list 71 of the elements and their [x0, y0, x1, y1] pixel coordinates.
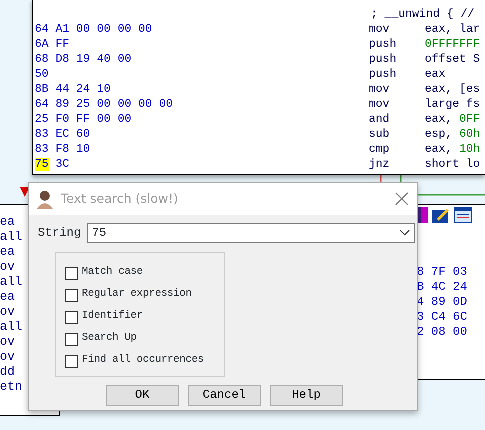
mnemonic-text: push — [369, 67, 398, 82]
string-label: String — [38, 225, 82, 242]
byte-text: 25 F0 FF 00 00 — [34, 112, 133, 127]
mnemonic-text: push — [369, 37, 398, 52]
operand-text: short lo — [425, 157, 480, 172]
operand-text: offset S — [425, 52, 480, 67]
checkbox[interactable] — [65, 310, 78, 324]
chevron-icon[interactable] — [400, 230, 410, 236]
byte-text: 64 A1 00 00 00 00 — [34, 22, 154, 37]
mnemonic-text: mov — [369, 97, 391, 112]
byte-text: 50 — [34, 67, 50, 82]
window-icon[interactable] — [454, 207, 472, 223]
mnemonic-text: and — [369, 112, 391, 127]
mnemonic-text: ea — [0, 290, 16, 304]
mnemonic-text: etn — [0, 380, 23, 394]
code-comment: ; __unwind { // — [371, 7, 475, 22]
byte-text: B 4C 24 — [417, 280, 468, 294]
mnemonic-text: jnz — [369, 157, 391, 172]
mnemonic-text: ea — [0, 245, 16, 259]
mnemonic-text: all — [0, 230, 23, 244]
mnemonic-text: all — [0, 275, 23, 289]
close-button[interactable] — [395, 192, 409, 206]
byte-text: 3C — [56, 158, 70, 171]
mnemonic-text: ov — [0, 305, 16, 319]
byte-text: 83 F8 10 — [34, 142, 92, 157]
byte-text: 3 C4 6C — [417, 310, 468, 324]
string-combo[interactable]: 75 — [87, 223, 416, 243]
operand-text: eax, lar — [425, 22, 480, 37]
mnemonic-text: sub — [369, 127, 391, 142]
byte-text: 8B 44 24 10 — [34, 82, 112, 97]
mnemonic-text: ov — [0, 350, 16, 364]
operand-text: eax, [es — [425, 82, 480, 97]
mnemonic-text: ov — [0, 335, 16, 349]
mnemonic-text: ea — [0, 215, 16, 229]
byte-text: 64 89 25 00 00 00 00 — [34, 97, 174, 112]
checkbox-label: Identifier — [82, 309, 144, 324]
checkbox[interactable] — [65, 288, 78, 302]
mnemonic-text: cmp — [369, 142, 391, 157]
mnemonic-text: ov — [0, 260, 16, 274]
operand-text: 0FFFFFFF — [425, 37, 480, 52]
dialog-title: Text search (slow!) — [61, 190, 178, 208]
checkbox[interactable] — [65, 354, 78, 368]
byte-text: 6A FF — [34, 37, 71, 52]
dialog-button[interactable]: Help — [270, 385, 343, 406]
mnemonic-text: all — [0, 320, 23, 334]
color-icon[interactable] — [417, 207, 428, 223]
dialog-button[interactable]: Cancel — [188, 385, 261, 406]
checkbox-label: Regular expression — [82, 287, 192, 302]
byte-text: 8 7F 03 — [417, 265, 468, 279]
byte-text: 68 D8 19 40 00 — [34, 52, 133, 67]
operand-text: esp, 60h — [425, 127, 480, 142]
mnemonic-text: push — [369, 52, 398, 67]
byte-text: 2 08 00 — [417, 325, 468, 339]
mnemonic-text: mov — [369, 22, 391, 37]
figure-icon — [35, 189, 55, 209]
mnemonic-text: dd — [0, 365, 16, 379]
checkbox-label: Match case — [82, 265, 144, 280]
checkbox[interactable] — [65, 332, 78, 346]
operand-text: eax, 10h — [425, 142, 480, 157]
byte-text: 83 EC 60 — [34, 127, 92, 142]
mnemonic-text: mov — [369, 82, 391, 97]
operand-text: eax, 0FF — [425, 112, 480, 127]
byte-text: 4 89 0D — [417, 295, 468, 309]
operand-text: eax — [425, 67, 446, 82]
search-match: 75 — [35, 158, 49, 171]
checkbox[interactable] — [65, 266, 78, 280]
dialog-button[interactable]: OK — [106, 385, 179, 406]
checkbox-label: Search Up — [82, 331, 137, 346]
checkbox-label: Find all occurrences — [82, 353, 204, 368]
pencil-icon[interactable] — [432, 207, 450, 223]
operand-text: large fs — [425, 97, 480, 112]
